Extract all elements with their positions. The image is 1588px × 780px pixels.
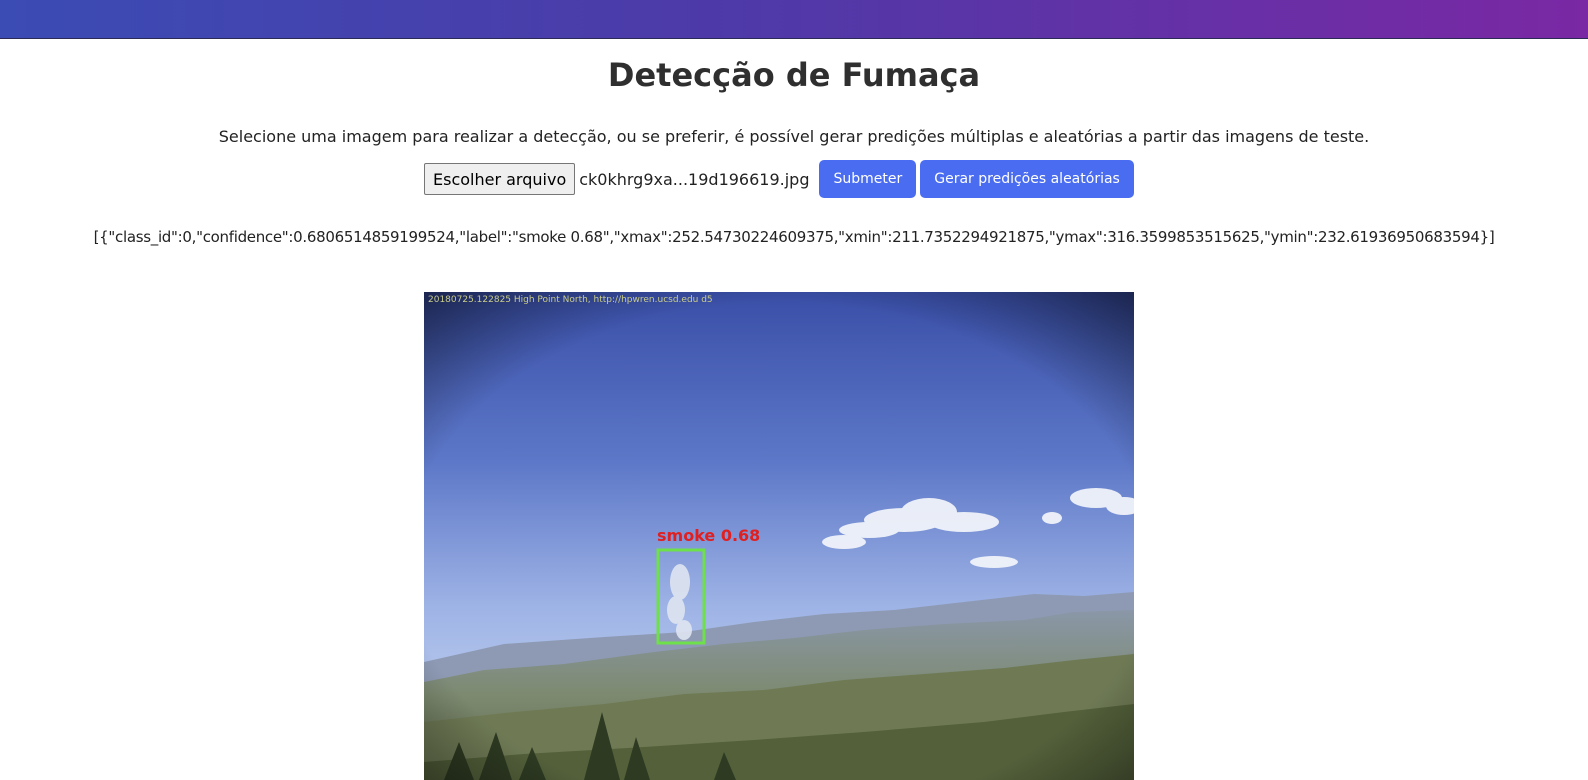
upload-form: Escolher arquivo ck0khrg9xa...19d196619.… bbox=[424, 160, 1134, 198]
top-navbar bbox=[0, 0, 1588, 39]
page-description: Selecione uma imagem para realizar a det… bbox=[218, 127, 1370, 146]
submit-button[interactable]: Submeter bbox=[819, 160, 917, 198]
result-image: 20180725.122825 High Point North, http:/… bbox=[424, 292, 1134, 780]
selected-file-name: ck0khrg9xa...19d196619.jpg bbox=[579, 169, 810, 189]
prediction-json-output: [{"class_id":0,"confidence":0.6806514859… bbox=[93, 228, 1495, 246]
camera-caption: 20180725.122825 High Point North, http:/… bbox=[428, 295, 713, 305]
camera-photo: 20180725.122825 High Point North, http:/… bbox=[424, 292, 1134, 780]
page-title: Detecção de Fumaça bbox=[607, 56, 981, 94]
choose-file-button[interactable]: Escolher arquivo bbox=[424, 163, 576, 195]
random-predictions-button[interactable]: Gerar predições aleatórias bbox=[920, 160, 1134, 198]
detection-label: smoke 0.68 bbox=[657, 526, 760, 545]
